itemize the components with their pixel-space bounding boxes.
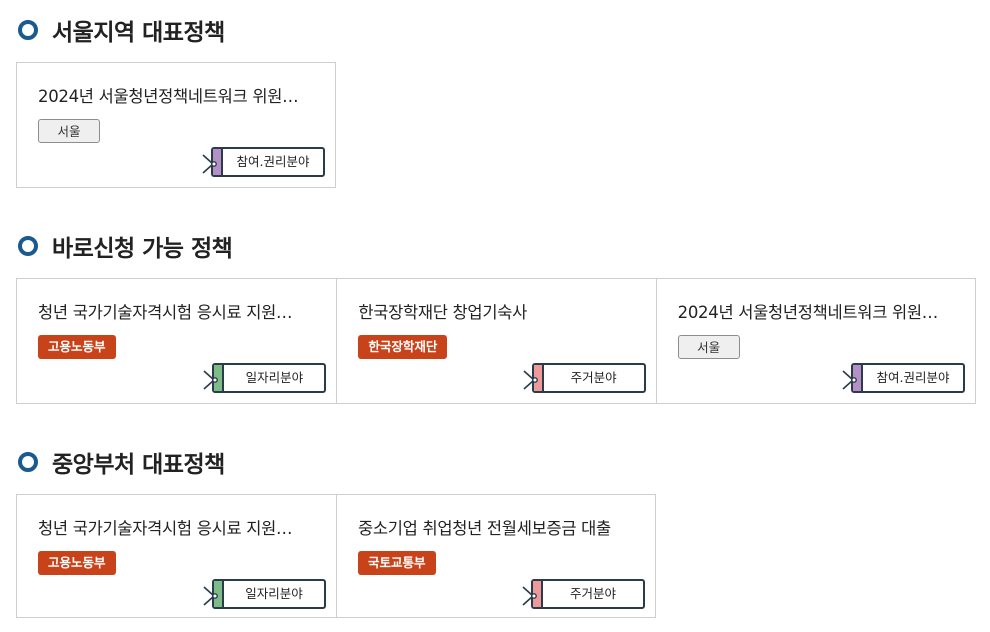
tag-string-icon <box>203 370 219 390</box>
category-label: 일자리분야 <box>245 370 304 385</box>
section-title: 중앙부처 대표정책 <box>52 452 225 478</box>
policy-card[interactable]: 중소기업 취업청년 전월세보증금 대출 국토교통부 주거분야 <box>336 495 655 617</box>
circle-bullet-icon <box>18 236 38 256</box>
category-tag: 일자리분야 <box>203 579 326 609</box>
policy-title[interactable]: 2024년 서울청년정책네트워크 위원… <box>38 83 322 107</box>
policy-title[interactable]: 한국장학재단 창업기숙사 <box>358 299 642 323</box>
agency-badge: 국토교통부 <box>358 551 436 575</box>
section-header: 중앙부처 대표정책 <box>16 446 225 478</box>
policy-card[interactable]: 청년 국가기술자격시험 응시료 지원… 고용노동부 일자리분야 <box>17 495 336 617</box>
policy-card[interactable]: 2024년 서울청년정책네트워크 위원… 서울 참여.권리분야 <box>17 63 335 187</box>
policy-card-list: 2024년 서울청년정책네트워크 위원… 서울 참여.권리분야 <box>16 62 336 188</box>
category-tag: 주거분야 <box>522 579 645 609</box>
policy-title[interactable]: 2024년 서울청년정책네트워크 위원… <box>678 299 962 323</box>
section-title: 바로신청 가능 정책 <box>52 236 233 262</box>
category-tag: 참여.권리분야 <box>842 363 965 393</box>
region-badge: 서울 <box>38 119 100 143</box>
policy-title[interactable]: 청년 국가기술자격시험 응시료 지원… <box>38 299 322 323</box>
policy-title[interactable]: 중소기업 취업청년 전월세보증금 대출 <box>358 515 642 539</box>
category-tag: 일자리분야 <box>203 363 327 393</box>
section-header: 바로신청 가능 정책 <box>16 230 233 262</box>
agency-badge: 고용노동부 <box>38 335 116 359</box>
tag-string-icon <box>523 370 538 390</box>
section-header: 서울지역 대표정책 <box>16 14 225 46</box>
category-label: 주거분야 <box>569 586 616 601</box>
category-label: 주거분야 <box>570 370 617 385</box>
circle-bullet-icon <box>18 452 38 472</box>
policy-title[interactable]: 청년 국가기술자격시험 응시료 지원… <box>38 515 322 539</box>
category-label: 참여.권리분야 <box>236 154 310 169</box>
agency-badge: 고용노동부 <box>38 551 116 575</box>
circle-bullet-icon <box>18 20 38 40</box>
policy-card[interactable]: 2024년 서울청년정책네트워크 위원… 서울 참여.권리분야 <box>655 279 975 403</box>
policy-card-list: 청년 국가기술자격시험 응시료 지원… 고용노동부 일자리분야 중소기업 취업청… <box>16 494 656 618</box>
tag-string-icon <box>202 154 217 174</box>
policy-card-list: 청년 국가기술자격시험 응시료 지원… 고용노동부 일자리분야 한국장학재단 창… <box>16 278 976 404</box>
tag-string-icon <box>842 370 857 390</box>
category-tag: 주거분야 <box>523 363 646 393</box>
tag-string-icon <box>203 586 218 606</box>
agency-badge: 한국장학재단 <box>358 335 448 359</box>
category-label: 일자리분야 <box>245 586 303 601</box>
tag-string-icon <box>522 586 537 606</box>
policy-card[interactable]: 한국장학재단 창업기숙사 한국장학재단 주거분야 <box>336 279 655 403</box>
category-label: 참여.권리분야 <box>876 370 950 385</box>
section-title: 서울지역 대표정책 <box>52 20 225 46</box>
category-tag: 참여.권리분야 <box>202 147 325 177</box>
policy-card[interactable]: 청년 국가기술자격시험 응시료 지원… 고용노동부 일자리분야 <box>17 279 336 403</box>
region-badge: 서울 <box>677 335 740 359</box>
